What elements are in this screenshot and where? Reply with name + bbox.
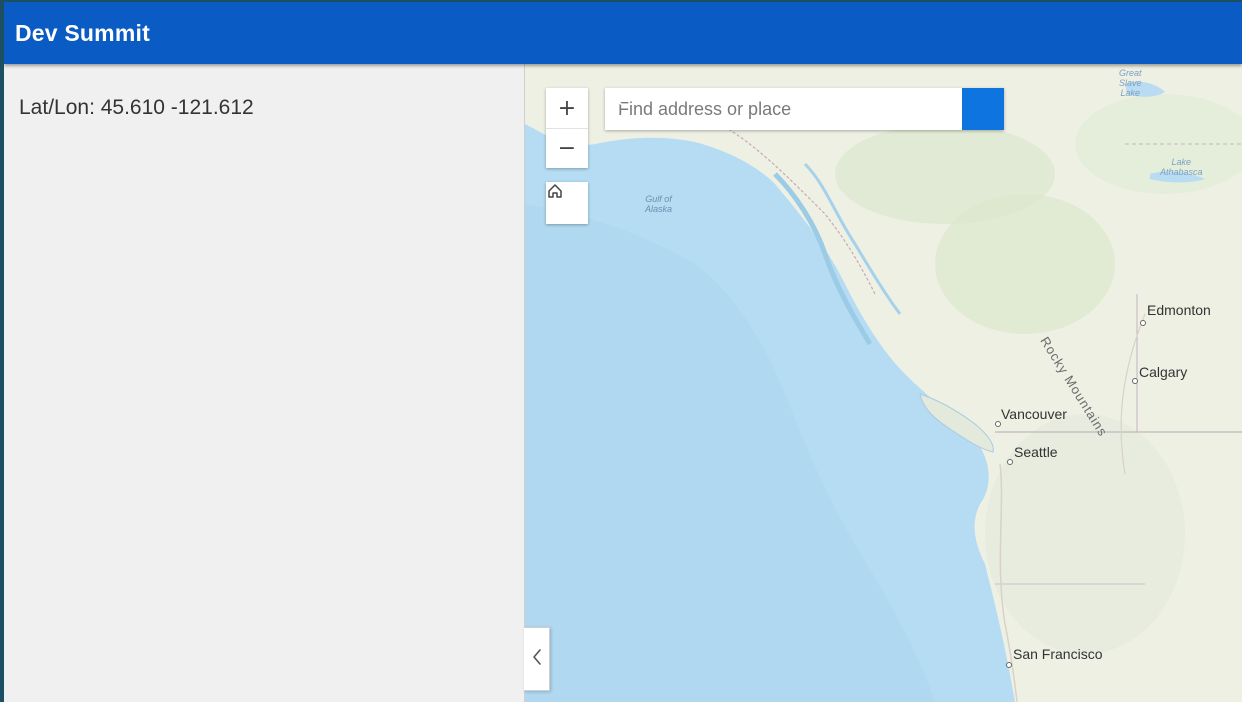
lake-label-line: Great — [1119, 68, 1142, 78]
app-title: Dev Summit — [15, 19, 150, 46]
lake-label-line: Lake — [1171, 157, 1192, 167]
app-header: Dev Summit — [4, 2, 1242, 64]
great-slave-lake-label: Great Slave Lake — [1119, 68, 1142, 98]
lake-label-line: Slave — [1119, 78, 1142, 88]
app-window: Dev Summit Lat/Lon: 45.610 -121.612 Grea… — [4, 2, 1242, 702]
edmonton-marker — [1140, 320, 1146, 326]
seattle-marker — [1007, 459, 1013, 465]
calgary-label: Calgary — [1139, 364, 1188, 380]
lat-lon-readout: Lat/Lon: 45.610 -121.612 — [19, 96, 254, 119]
chevron-left-icon — [531, 648, 543, 671]
zoom-out-button[interactable]: − — [546, 128, 588, 168]
san-francisco-label: San Francisco — [1013, 646, 1103, 662]
minus-icon: − — [557, 136, 577, 161]
seattle-label: Seattle — [1014, 444, 1058, 460]
lake-label-line: Athabasca — [1160, 167, 1203, 177]
edmonton-label: Edmonton — [1147, 302, 1211, 318]
search-input[interactable] — [605, 88, 962, 130]
lake-athabasca-label: Lake Athabasca — [1160, 157, 1203, 177]
plus-icon: + — [557, 95, 577, 121]
zoom-controls: + − — [546, 88, 588, 168]
home-button[interactable] — [546, 182, 588, 224]
collapse-panel-button[interactable] — [524, 627, 550, 691]
search-button[interactable] — [606, 88, 1004, 130]
gulf-of-alaska-label: Gulf of Alaska — [645, 194, 672, 214]
vancouver-label: Vancouver — [1001, 406, 1067, 422]
lake-label-line: Lake — [1120, 88, 1141, 98]
map-view[interactable]: Great Slave Lake Lake Athabasca Gulf of … — [525, 64, 1242, 702]
zoom-in-button[interactable]: + — [546, 88, 588, 128]
san-francisco-marker — [1006, 662, 1012, 668]
gulf-label-line: Alaska — [645, 204, 673, 214]
sidebar-panel: Lat/Lon: 45.610 -121.612 — [4, 64, 525, 702]
gulf-label-line: Gulf of — [645, 194, 672, 204]
search-widget — [605, 88, 1004, 130]
calgary-marker — [1132, 378, 1138, 384]
